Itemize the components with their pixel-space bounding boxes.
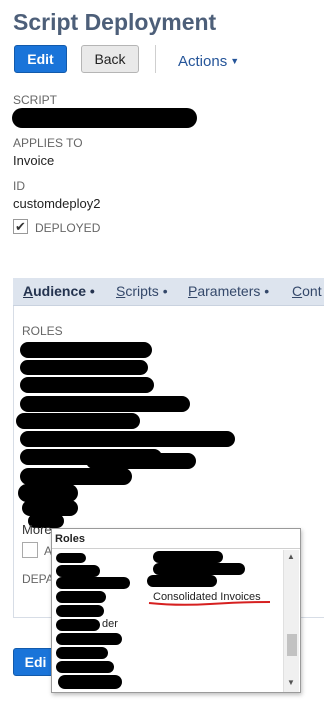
deployed-label: DEPLOYED xyxy=(35,221,101,235)
redacted-popup-item xyxy=(56,565,100,577)
redacted-popup-item xyxy=(153,551,223,563)
roles-popup: Roles Consolidated Invoices der ▲ ▼ xyxy=(51,528,301,693)
edit-button[interactable]: Edit xyxy=(14,45,67,73)
id-label: ID xyxy=(13,179,25,193)
redacted-popup-item xyxy=(56,577,130,589)
applies-to-value: Invoice xyxy=(13,153,55,168)
id-value: customdeploy2 xyxy=(13,196,101,211)
page-title: Script Deployment xyxy=(13,9,217,35)
tab-context[interactable]: Cont xyxy=(292,283,322,299)
redacted-popup-item xyxy=(56,647,108,659)
popup-scrollbar[interactable]: ▲ ▼ xyxy=(283,550,299,692)
check-icon: ✔ xyxy=(15,218,26,234)
scrollbar-thumb[interactable] xyxy=(287,634,297,656)
redacted-popup-item xyxy=(153,563,245,575)
redacted-popup-item xyxy=(147,575,217,587)
back-button[interactable]: Back xyxy=(81,45,139,73)
toolbar-divider xyxy=(155,45,156,73)
more-link[interactable]: More xyxy=(22,522,52,537)
actions-label: Actions xyxy=(178,53,228,70)
redacted-role xyxy=(20,360,148,375)
scroll-down-icon[interactable]: ▼ xyxy=(287,678,295,687)
actions-menu[interactable]: Actions ▼ xyxy=(178,53,239,70)
red-annotation-underline xyxy=(148,601,271,606)
applies-to-label: APPLIES TO xyxy=(13,136,83,150)
redacted-role xyxy=(20,396,190,412)
scroll-up-icon[interactable]: ▲ xyxy=(287,552,295,561)
redacted-popup-item xyxy=(56,591,106,603)
script-label: SCRIPT xyxy=(13,93,58,107)
popup-header: Roles xyxy=(52,529,300,549)
tab-scripts[interactable]: Scripts • xyxy=(116,283,168,299)
tab-parameters[interactable]: Parameters • xyxy=(188,283,269,299)
roles-label: ROLES xyxy=(22,324,63,338)
chevron-down-icon: ▼ xyxy=(230,56,240,66)
redacted-popup-item xyxy=(56,633,122,645)
redacted-popup-item xyxy=(56,605,104,617)
redacted-popup-item xyxy=(58,675,122,689)
deployed-checkbox[interactable]: ✔ xyxy=(13,219,28,234)
redacted-role xyxy=(16,413,140,429)
redacted-role xyxy=(20,431,235,447)
redacted-popup-item xyxy=(56,661,114,673)
redacted-role xyxy=(20,468,132,485)
redacted-popup-item xyxy=(56,619,100,631)
redacted-role xyxy=(20,377,154,393)
redacted-role xyxy=(20,342,152,358)
subtab-bar: Audience • Scripts • Parameters • Cont xyxy=(13,278,324,306)
all-roles-checkbox[interactable] xyxy=(22,542,38,558)
redacted-popup-item xyxy=(56,553,86,563)
redacted-script-value xyxy=(12,108,197,128)
departments-label: DEPA xyxy=(22,572,54,586)
redacted-role xyxy=(86,453,196,469)
popup-item-partial: der xyxy=(102,618,118,630)
tab-audience[interactable]: Audience • xyxy=(23,283,95,299)
